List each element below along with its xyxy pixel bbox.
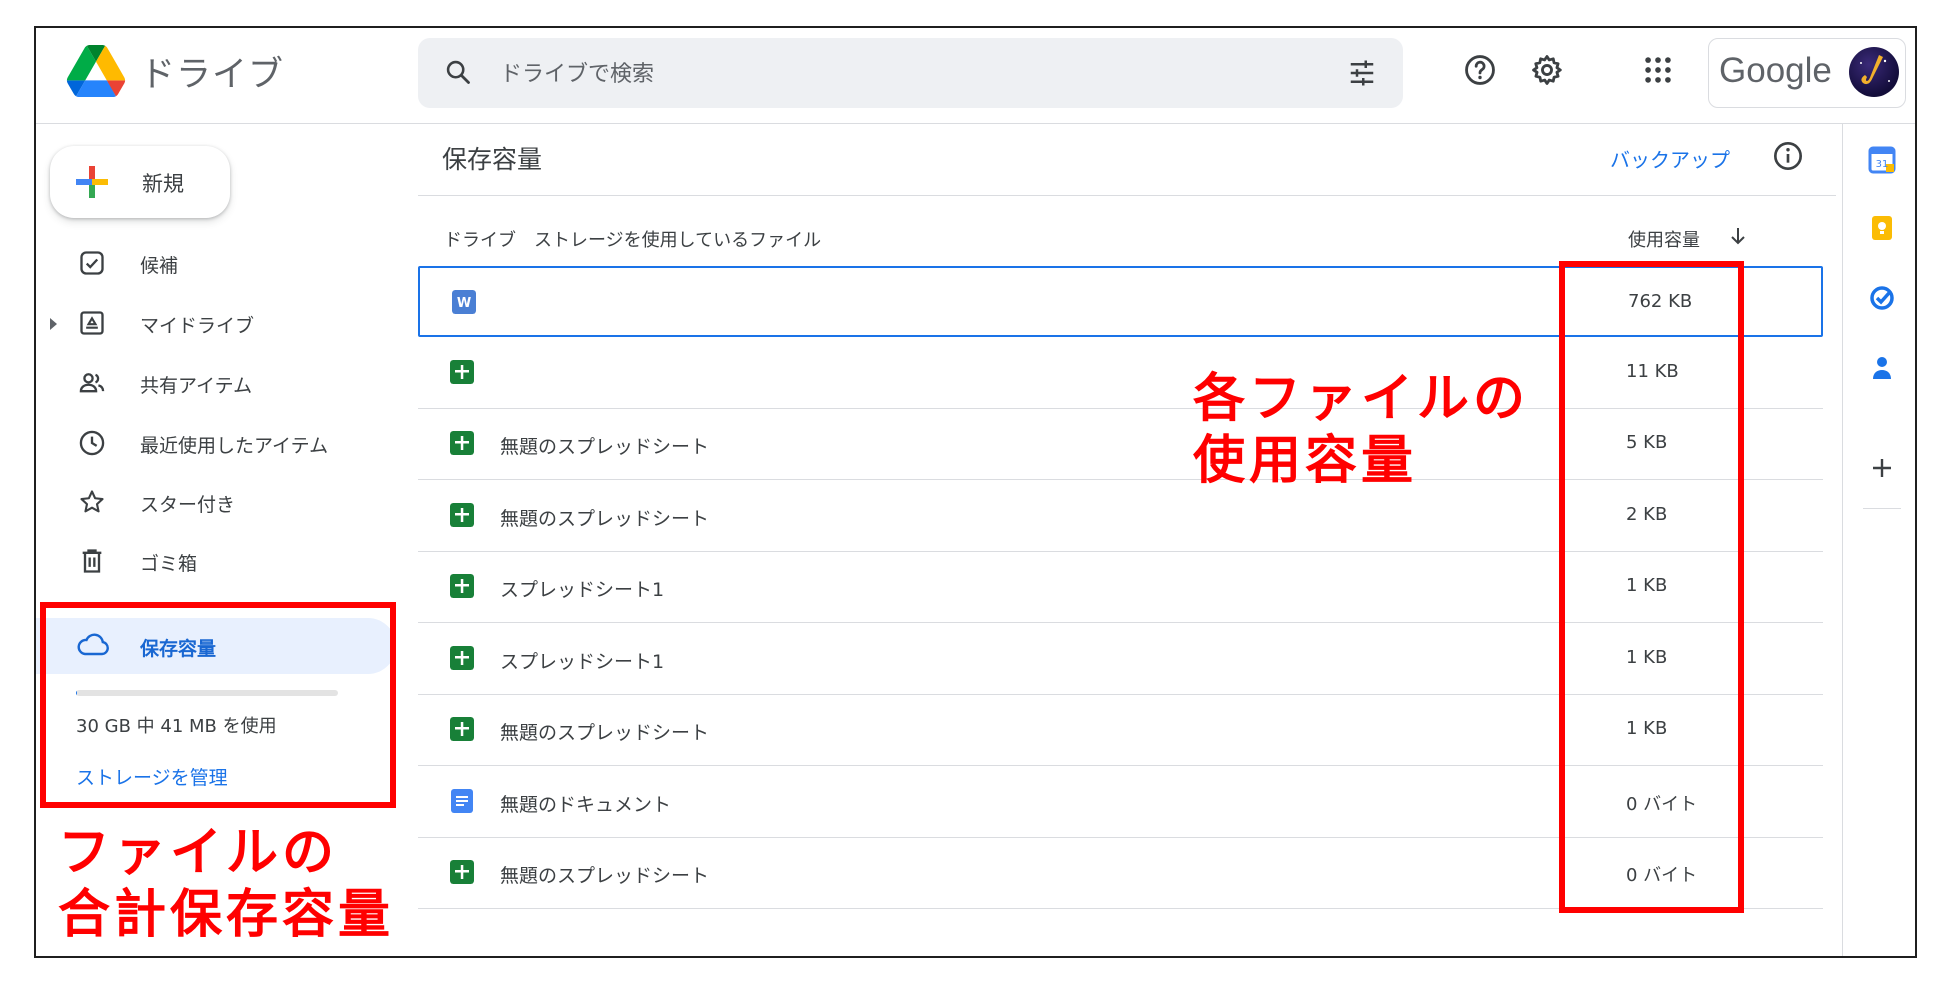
total-usage-highlight-box [40, 602, 396, 808]
sidebar-item-label: マイドライブ [140, 315, 255, 337]
file-usage-annotation: 各ファイルの 使用容量 [1193, 368, 1529, 492]
files-column-header: ドライブ ストレージを使用しているファイル [444, 230, 822, 251]
sidebar-item-label: 共有アイテム [140, 375, 253, 397]
size-column-header[interactable]: 使用容量 [1628, 226, 1700, 252]
saxophone-icon [1860, 55, 1890, 85]
help-icon[interactable] [1463, 53, 1497, 87]
sidebar-item-label: 候補 [140, 255, 179, 277]
top-bar: ドライブ ドライブで検索 Google [36, 28, 1915, 124]
keep-icon[interactable] [1867, 213, 1897, 243]
file-name: 無題のスプレッドシート [500, 508, 710, 530]
file-name: 無題のスプレッドシート [500, 436, 710, 458]
search-icon[interactable] [444, 58, 472, 86]
total-usage-annotation: ファイルの 合計保存容量 [58, 822, 394, 946]
sidebar-item-label: スター付き [140, 494, 236, 516]
sidebar-item-starred[interactable]: スター付き [36, 477, 396, 527]
people-icon [79, 373, 105, 393]
annotation-line: 合計保存容量 [58, 885, 395, 945]
expand-caret-icon[interactable] [50, 318, 57, 330]
trash-icon [82, 549, 102, 573]
sidebar-item-suggested[interactable]: 候補 [36, 238, 396, 288]
my-drive-icon [80, 311, 104, 335]
tasks-icon[interactable] [1867, 283, 1897, 313]
annotation-line: ファイルの [58, 823, 339, 883]
sidebar-item-my-drive[interactable]: マイドライブ [36, 298, 396, 348]
sidebar-item-label: ゴミ箱 [140, 553, 198, 575]
docs-file-icon [451, 789, 473, 813]
sidebar-item-trash[interactable]: ゴミ箱 [36, 536, 396, 586]
file-name: 無題のスプレッドシート [500, 865, 710, 887]
search-options-icon[interactable] [1347, 58, 1377, 88]
sheets-file-icon [450, 860, 474, 884]
search-bar[interactable] [418, 38, 1403, 108]
sheets-file-icon [450, 431, 474, 455]
sheets-file-icon [450, 360, 474, 384]
divider [418, 195, 1836, 196]
drive-logo-icon[interactable] [66, 45, 126, 97]
calendar-icon[interactable]: 31 [1867, 145, 1897, 175]
file-name: 無題のスプレッドシート [500, 722, 710, 744]
sort-down-arrow-icon[interactable] [1726, 224, 1750, 248]
file-name: スプレッドシート1 [500, 579, 665, 601]
svg-text:W: W [457, 296, 471, 311]
sidebar-item-label: 最近使用したアイテム [140, 435, 329, 457]
avatar[interactable] [1849, 47, 1899, 97]
account-switcher[interactable]: Google [1708, 38, 1906, 108]
app-title[interactable]: ドライブ [140, 46, 284, 97]
file-name: 無題のドキュメント [500, 794, 672, 816]
plus-icon [76, 166, 108, 198]
calendar-day: 31 [1876, 159, 1889, 170]
contacts-icon[interactable] [1867, 353, 1897, 383]
google-wordmark: Google [1719, 51, 1832, 90]
apps-grid-icon[interactable] [1641, 53, 1675, 87]
sidebar-item-shared[interactable]: 共有アイテム [36, 358, 396, 408]
new-button[interactable]: 新規 [50, 146, 230, 218]
sheets-file-icon [450, 503, 474, 527]
clock-icon [79, 430, 105, 456]
file-name: スプレッドシート1 [500, 651, 665, 673]
rail-divider [1863, 508, 1901, 509]
sidebar-item-recent[interactable]: 最近使用したアイテム [36, 418, 396, 468]
search-input[interactable] [498, 54, 1282, 94]
settings-gear-icon[interactable] [1530, 53, 1564, 87]
check-square-icon [80, 251, 104, 275]
annotation-line: 使用容量 [1193, 431, 1418, 491]
backup-link[interactable]: バックアップ [1610, 144, 1730, 173]
star-icon [80, 490, 104, 513]
page-title: 保存容量 [442, 145, 543, 174]
info-icon[interactable] [1772, 140, 1804, 172]
side-panel-rail: 31 [1842, 123, 1915, 956]
new-button-label: 新規 [142, 172, 184, 196]
annotation-line: 各ファイルの [1193, 369, 1530, 429]
file-usage-highlight-box [1559, 261, 1744, 913]
add-icon[interactable] [1867, 453, 1897, 483]
word-file-icon: W [452, 290, 476, 314]
sheets-file-icon [450, 646, 474, 670]
sheets-file-icon [450, 717, 474, 741]
sheets-file-icon [450, 574, 474, 598]
